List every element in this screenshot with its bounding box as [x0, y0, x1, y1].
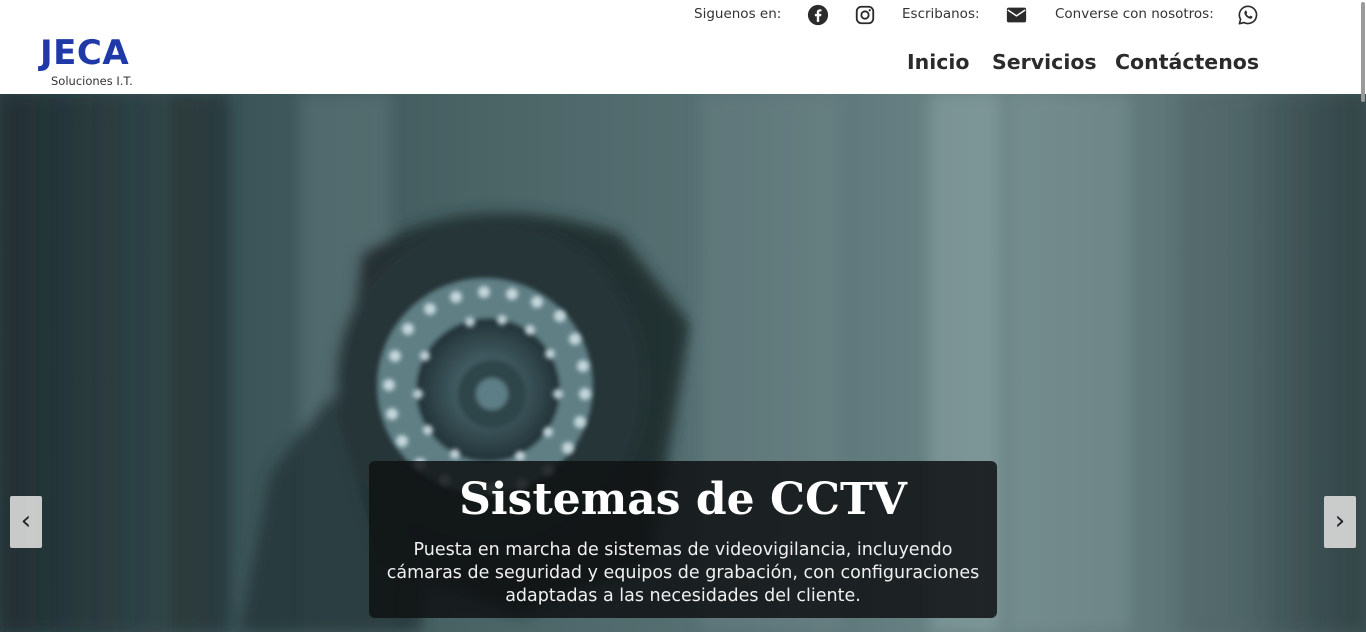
email-icon[interactable] — [1005, 4, 1028, 26]
instagram-icon[interactable] — [854, 4, 876, 26]
hero-carousel: Sistemas de CCTV Puesta en marcha de sis… — [0, 94, 1366, 632]
logo-tagline: Soluciones I.T. — [51, 74, 133, 88]
write-label: Escribanos: — [902, 6, 980, 22]
nav-item-inicio[interactable]: Inicio — [907, 49, 970, 75]
follow-label: Siguenos en: — [694, 6, 782, 22]
site-header: JECA Soluciones I.T. Siguenos en: Escrib… — [0, 0, 1366, 94]
carousel-prev-button[interactable]: ‹ — [10, 496, 42, 548]
scrollbar[interactable] — [1360, 0, 1366, 632]
slide-description: Puesta en marcha de sistemas de videovig… — [386, 540, 980, 606]
carousel-next-button[interactable]: › — [1324, 496, 1356, 548]
nav-item-contactenos[interactable]: Contáctenos — [1115, 49, 1259, 75]
nav-item-servicios[interactable]: Servicios — [992, 49, 1097, 75]
scrollbar-thumb[interactable] — [1361, 2, 1365, 102]
slide-title: Sistemas de CCTV — [459, 474, 907, 525]
page: JECA Soluciones I.T. Siguenos en: Escrib… — [0, 0, 1366, 632]
logo[interactable]: JECA Soluciones I.T. — [40, 36, 152, 90]
slide-caption: Sistemas de CCTV Puesta en marcha de sis… — [369, 461, 997, 618]
chat-label: Converse con nosotros: — [1055, 6, 1214, 22]
facebook-icon[interactable] — [807, 4, 829, 26]
logo-name: JECA — [40, 33, 130, 73]
whatsapp-icon[interactable] — [1237, 4, 1259, 26]
